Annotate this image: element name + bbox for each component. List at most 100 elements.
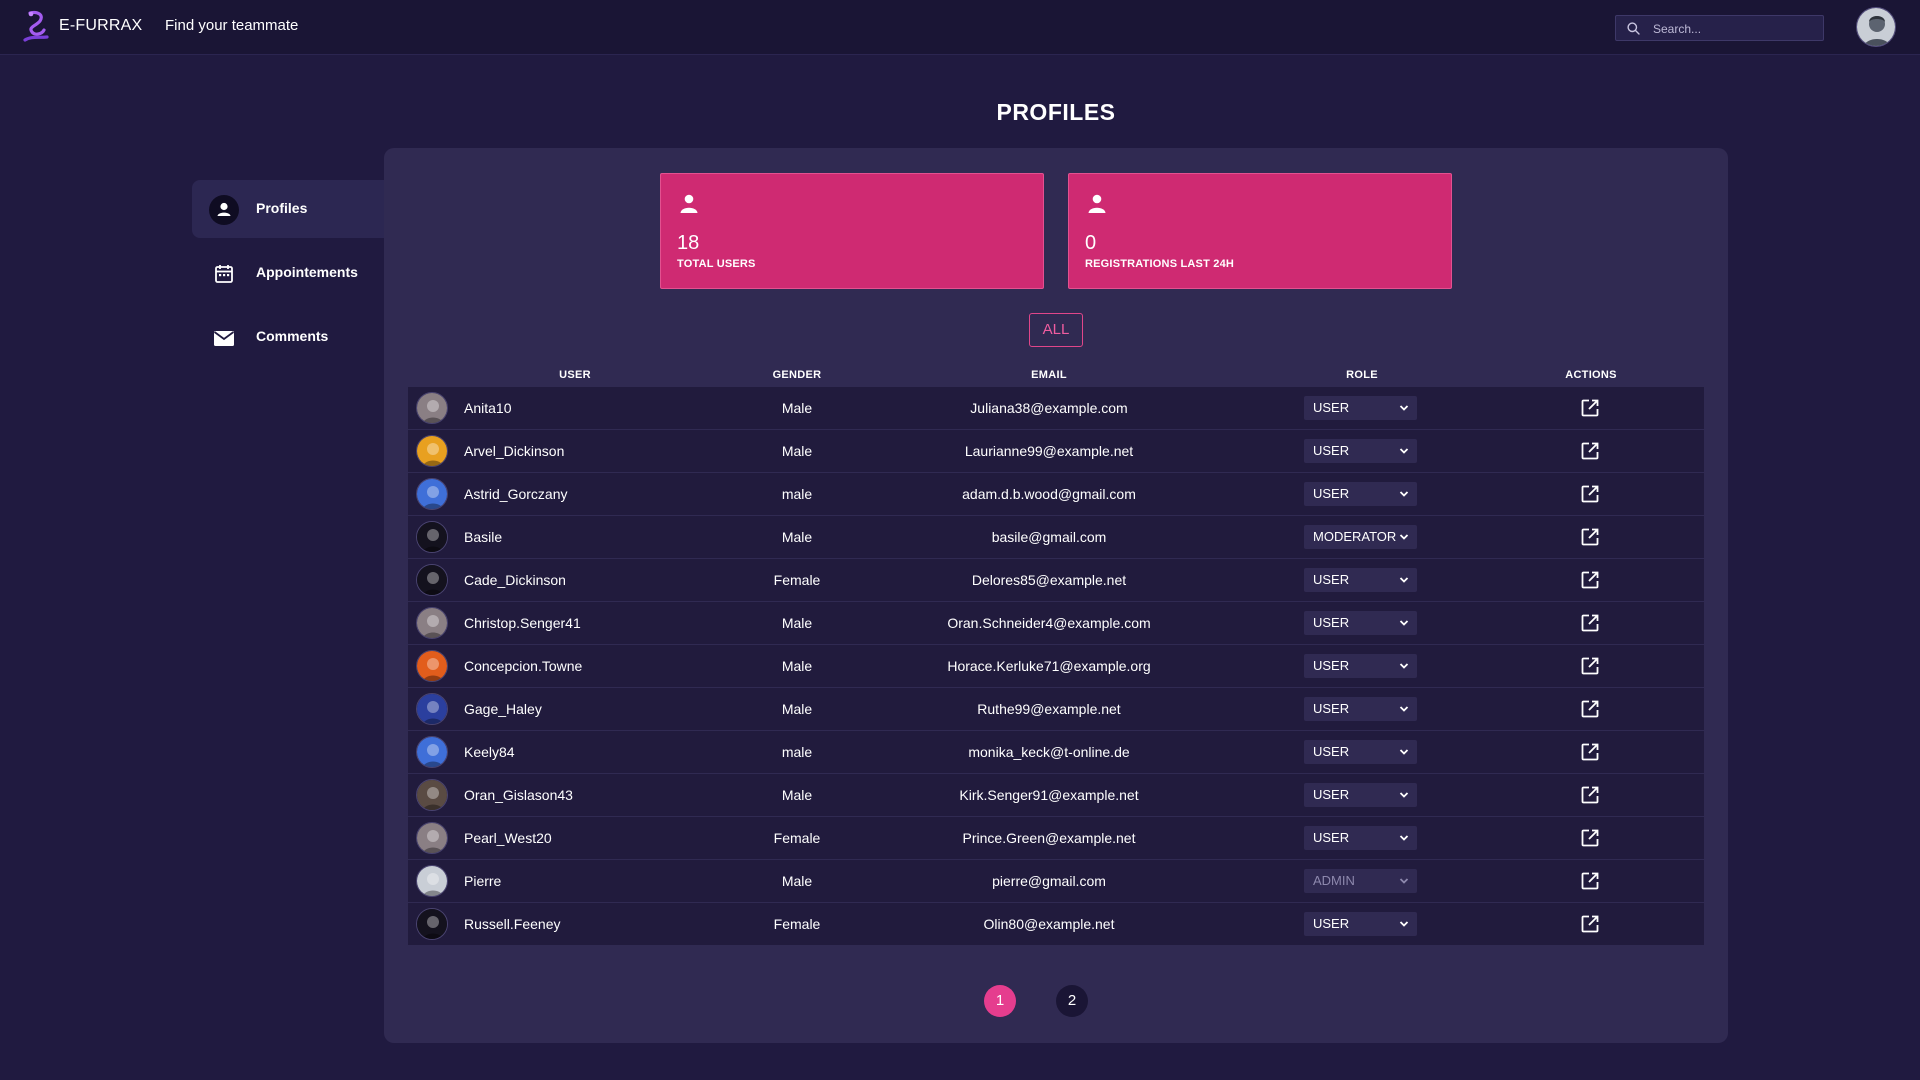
role-select[interactable]: USER	[1304, 439, 1417, 463]
role-select[interactable]: USER	[1304, 912, 1417, 936]
role-select[interactable]: USER	[1304, 568, 1417, 592]
chevron-down-icon	[1399, 835, 1409, 841]
email: Kirk.Senger91@example.net	[959, 787, 1139, 803]
edit-open-icon[interactable]	[1580, 742, 1600, 762]
role-select[interactable]: USER	[1304, 654, 1417, 678]
mail-icon	[213, 331, 235, 346]
username: Astrid_Gorczany	[464, 486, 568, 502]
username: Keely84	[464, 744, 515, 760]
edit-open-icon[interactable]	[1580, 914, 1600, 934]
column-header-role: ROLE	[1346, 369, 1378, 381]
sidebar-item-label: Profiles	[256, 200, 308, 216]
username: Pierre	[464, 873, 502, 889]
stat-label: REGISTRATIONS LAST 24H	[1085, 258, 1235, 270]
role-value: USER	[1313, 701, 1350, 716]
avatar[interactable]	[416, 435, 448, 467]
chevron-down-icon	[1399, 792, 1409, 798]
brand-name[interactable]: E-FURRAX	[59, 17, 142, 35]
table-row: Pierre Male pierre@gmail.com ADMIN	[408, 860, 1704, 902]
avatar[interactable]	[416, 650, 448, 682]
edit-open-icon[interactable]	[1580, 699, 1600, 719]
search-input[interactable]	[1653, 20, 1813, 37]
role-select[interactable]: USER	[1304, 482, 1417, 506]
edit-open-icon[interactable]	[1580, 613, 1600, 633]
page-button-2[interactable]: 2	[1056, 985, 1088, 1017]
edit-open-icon[interactable]	[1580, 398, 1600, 418]
table-row: Christop.Senger41 Male Oran.Schneider4@e…	[408, 602, 1704, 644]
email: basile@gmail.com	[991, 529, 1107, 545]
role-select[interactable]: USER	[1304, 611, 1417, 635]
role-select[interactable]: USER	[1304, 740, 1417, 764]
role-value: ADMIN	[1313, 873, 1355, 888]
role-value: USER	[1313, 787, 1350, 802]
avatar[interactable]	[416, 564, 448, 596]
logo-icon[interactable]	[22, 10, 50, 44]
avatar[interactable]	[416, 822, 448, 854]
username: Anita10	[464, 400, 512, 416]
edit-open-icon[interactable]	[1580, 484, 1600, 504]
role-select: ADMIN	[1304, 869, 1417, 893]
edit-open-icon[interactable]	[1580, 871, 1600, 891]
filter-all-button[interactable]: ALL	[1029, 313, 1083, 347]
username: Russell.Feeney	[464, 916, 561, 932]
sidebar-item-label: Comments	[256, 328, 329, 344]
chevron-down-icon	[1399, 878, 1409, 884]
column-header-gender: GENDER	[772, 369, 822, 381]
chevron-down-icon	[1399, 405, 1409, 411]
avatar[interactable]	[416, 908, 448, 940]
avatar[interactable]	[416, 607, 448, 639]
sidebar-item-appointements[interactable]: Appointements	[192, 244, 384, 302]
gender: male	[781, 486, 813, 502]
avatar[interactable]	[416, 392, 448, 424]
username: Christop.Senger41	[464, 615, 581, 631]
username: Basile	[464, 529, 503, 545]
edit-open-icon[interactable]	[1580, 656, 1600, 676]
table-body: Anita10 Male Juliana38@example.com USER …	[408, 387, 1704, 945]
user-avatar[interactable]	[1856, 7, 1896, 47]
username: Pearl_West20	[464, 830, 552, 846]
edit-open-icon[interactable]	[1580, 527, 1600, 547]
calendar-icon	[215, 265, 233, 283]
chevron-down-icon	[1399, 534, 1409, 540]
role-value: USER	[1313, 486, 1350, 501]
sidebar-item-comments[interactable]: Comments	[192, 308, 384, 366]
edit-open-icon[interactable]	[1580, 441, 1600, 461]
stat-card-total-users: 18 TOTAL USERS	[660, 173, 1044, 289]
edit-open-icon[interactable]	[1580, 828, 1600, 848]
email: adam.d.b.wood@gmail.com	[962, 486, 1136, 502]
stat-value: 0	[1085, 232, 1097, 254]
role-select[interactable]: USER	[1304, 697, 1417, 721]
chevron-down-icon	[1399, 749, 1409, 755]
stat-label: TOTAL USERS	[677, 258, 756, 270]
tagline-link[interactable]: Find your teammate	[165, 17, 298, 34]
stat-value: 18	[677, 232, 700, 254]
role-select[interactable]: USER	[1304, 396, 1417, 420]
table-row: Arvel_Dickinson Male Laurianne99@example…	[408, 430, 1704, 472]
edit-open-icon[interactable]	[1580, 570, 1600, 590]
sidebar-item-profiles[interactable]: Profiles	[192, 180, 384, 238]
gender: Male	[781, 529, 813, 545]
column-header-actions: ACTIONS	[1565, 369, 1617, 381]
avatar[interactable]	[416, 779, 448, 811]
role-select[interactable]: USER	[1304, 783, 1417, 807]
page-button-1[interactable]: 1	[984, 985, 1016, 1017]
sidebar-item-label: Appointements	[256, 264, 358, 280]
chevron-down-icon	[1399, 448, 1409, 454]
role-value: USER	[1313, 916, 1350, 931]
role-select[interactable]: USER	[1304, 826, 1417, 850]
avatar[interactable]	[416, 865, 448, 897]
search-box[interactable]	[1615, 15, 1824, 41]
chevron-down-icon	[1399, 577, 1409, 583]
avatar[interactable]	[416, 736, 448, 768]
gender: Male	[781, 787, 813, 803]
gender: Male	[781, 443, 813, 459]
edit-open-icon[interactable]	[1580, 785, 1600, 805]
avatar[interactable]	[416, 693, 448, 725]
role-select[interactable]: MODERATOR	[1304, 525, 1417, 549]
avatar[interactable]	[416, 521, 448, 553]
chevron-down-icon	[1399, 921, 1409, 927]
table-header: USER GENDER EMAIL ROLE ACTIONS	[408, 365, 1704, 387]
avatar[interactable]	[416, 478, 448, 510]
gender: Female	[773, 572, 821, 588]
page-title: PROFILES	[996, 99, 1116, 125]
